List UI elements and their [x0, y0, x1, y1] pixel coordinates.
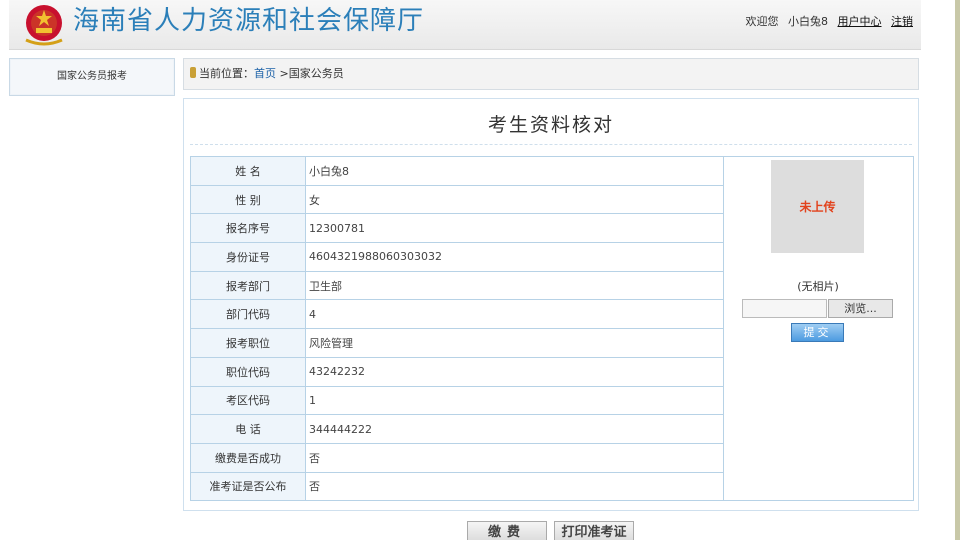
- photo-placeholder-text: 未上传: [799, 200, 836, 214]
- table-row: 准考证是否公布否: [190, 471, 724, 502]
- field-label: 电 话: [190, 414, 306, 444]
- photo-file-input[interactable]: [742, 299, 827, 318]
- window-edge: [955, 0, 960, 540]
- field-label: 考区代码: [190, 385, 306, 416]
- no-photo-caption: (无相片): [797, 280, 839, 293]
- table-row: 性 别女: [190, 184, 724, 215]
- field-label: 缴费是否成功: [190, 442, 306, 473]
- table-row: 考区代码 1: [190, 385, 724, 416]
- browse-button[interactable]: 浏览...: [828, 299, 893, 318]
- field-value: 4604321988060303032: [305, 242, 724, 272]
- field-label: 准考证是否公布: [190, 471, 306, 502]
- logout-link[interactable]: 注销: [891, 15, 913, 28]
- submit-photo-button[interactable]: 提交: [791, 323, 844, 342]
- field-value: 12300781: [305, 213, 724, 244]
- header-links: 欢迎您 小白兔8 用户中心 注销: [740, 13, 914, 29]
- page-title: 考生资料核对: [190, 101, 912, 145]
- field-label: 部门代码: [190, 299, 306, 330]
- field-value: 女: [305, 184, 724, 215]
- breadcrumb-current: 国家公务员: [288, 67, 344, 80]
- username: 小白兔8: [788, 15, 828, 28]
- table-row: 缴费是否成功否: [190, 442, 724, 473]
- table-row: 报名序号 12300781: [190, 213, 724, 244]
- table-row: 部门代码 4: [190, 299, 724, 330]
- table-row: 电 话 344444222: [190, 414, 724, 444]
- field-label: 身份证号: [190, 242, 306, 272]
- breadcrumb-prefix: 当前位置：: [199, 67, 254, 80]
- field-value: 43242232: [305, 356, 724, 387]
- field-value: 344444222: [305, 414, 724, 444]
- site-title: 海南省人力资源和社会保障厅: [73, 6, 425, 36]
- table-row: 报考部门 卫生部: [190, 270, 724, 301]
- photo-section: 未上传 (无相片) 浏览... 提交: [723, 156, 914, 501]
- field-label: 姓 名: [190, 156, 306, 186]
- table-row: 身份证号 4604321988060303032: [190, 242, 724, 272]
- table-row: 姓 名小白兔8: [190, 156, 724, 186]
- field-label: 性 别: [190, 184, 306, 215]
- pay-button[interactable]: 缴费: [467, 521, 547, 540]
- sidebar: 国家公务员报考: [9, 58, 175, 96]
- breadcrumb-separator: >: [276, 67, 289, 80]
- field-label: 职位代码: [190, 356, 306, 387]
- location-icon: [190, 67, 196, 78]
- field-value: 小白兔8: [305, 156, 724, 186]
- welcome-text: 欢迎您: [745, 15, 779, 28]
- field-label: 报考部门: [190, 270, 306, 301]
- user-center-link[interactable]: 用户中心: [838, 15, 882, 28]
- field-label: 报考职位: [190, 328, 306, 358]
- table-row: 职位代码 43242232: [190, 356, 724, 387]
- candidate-info-table: 姓 名小白兔8 性 别女报名序号 12300781 身份证号 4604321988060…: [190, 156, 724, 502]
- field-value: 1: [305, 385, 724, 416]
- field-value: 风险管理: [305, 328, 724, 358]
- header: 海南省人力资源和社会保障厅 欢迎您 小白兔8 用户中心 注销: [9, 0, 921, 50]
- breadcrumb-home-link[interactable]: 首页: [254, 67, 276, 80]
- sidebar-item-civil-service-exam[interactable]: 国家公务员报考: [11, 60, 173, 94]
- breadcrumb: 当前位置：首页 >国家公务员: [183, 58, 919, 90]
- field-value: 4: [305, 299, 724, 330]
- candidate-info-panel: 考生资料核对 姓 名小白兔8 性 别女报名序号 12300781 身份证号 460432…: [183, 98, 919, 511]
- national-emblem-icon: [25, 5, 63, 46]
- field-label: 报名序号: [190, 213, 306, 244]
- field-value: 否: [305, 471, 724, 502]
- table-row: 报考职位 风险管理: [190, 328, 724, 358]
- print-admission-ticket-button[interactable]: 打印准考证: [554, 521, 634, 540]
- field-value: 卫生部: [305, 270, 724, 301]
- field-value: 否: [305, 442, 724, 473]
- photo-placeholder: 未上传: [771, 160, 864, 253]
